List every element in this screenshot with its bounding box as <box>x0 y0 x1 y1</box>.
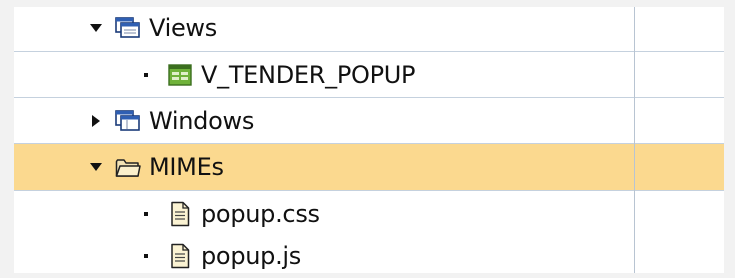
tree-node-mimes[interactable]: MIMEs <box>14 144 724 190</box>
views-folder-icon <box>115 15 141 41</box>
tree-node-popup-css[interactable]: popup.css <box>14 191 724 237</box>
tree-panel: Views V_TENDER_POPUP Windows MIMEs popup… <box>14 7 724 273</box>
tree-node-label: Views <box>149 14 217 42</box>
tree-node-label: MIMEs <box>149 153 224 181</box>
tree-node-label: V_TENDER_POPUP <box>201 61 416 89</box>
tree-node-windows[interactable]: Windows <box>14 98 724 144</box>
collapse-arrow-icon[interactable] <box>87 157 105 177</box>
collapse-arrow-icon[interactable] <box>87 18 105 38</box>
tree-node-v-tender-popup[interactable]: V_TENDER_POPUP <box>14 52 724 98</box>
tree-node-label: popup.js <box>201 242 301 270</box>
folder-icon <box>115 154 141 180</box>
tree-node-label: popup.css <box>201 200 320 228</box>
file-icon <box>167 243 193 269</box>
expand-arrow-icon[interactable] <box>87 111 105 131</box>
leaf-bullet-icon <box>137 246 155 266</box>
tree-node-label: Windows <box>149 107 255 135</box>
file-icon <box>167 201 193 227</box>
tree-node-views[interactable]: Views <box>14 7 724 51</box>
leaf-bullet-icon <box>137 204 155 224</box>
tree-node-popup-js[interactable]: popup.js <box>14 233 724 273</box>
windows-folder-icon <box>115 108 141 134</box>
leaf-bullet-icon <box>137 65 155 85</box>
view-icon <box>167 62 193 88</box>
column-divider[interactable] <box>634 7 635 273</box>
